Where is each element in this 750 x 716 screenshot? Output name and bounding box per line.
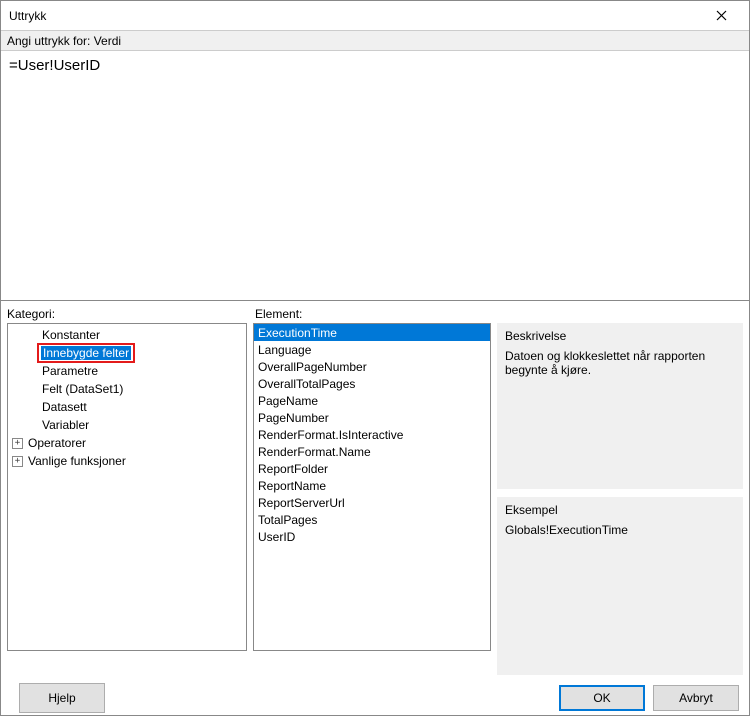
- list-item[interactable]: Language: [254, 341, 490, 358]
- list-item[interactable]: ReportFolder: [254, 460, 490, 477]
- description-text: Datoen og klokkeslettet når rapporten be…: [505, 349, 735, 377]
- list-item[interactable]: RenderFormat.IsInteractive: [254, 426, 490, 443]
- close-button[interactable]: [701, 2, 741, 30]
- category-label: Kategori:: [7, 307, 247, 321]
- tree-item[interactable]: Felt (DataSet1): [8, 380, 246, 398]
- expression-label: Angi uttrykk for: Verdi: [7, 34, 121, 48]
- dialog-window: Uttrykk Angi uttrykk for: Verdi Kategori…: [0, 0, 750, 716]
- list-item[interactable]: PageName: [254, 392, 490, 409]
- info-panel: Beskrivelse Datoen og klokkeslettet når …: [497, 323, 743, 675]
- highlight-box: Innebygde felter: [37, 343, 135, 363]
- example-text: Globals!ExecutionTime: [505, 523, 735, 537]
- tree-item-label: Innebygde felter: [41, 346, 131, 360]
- expression-label-row: Angi uttrykk for: Verdi: [1, 31, 749, 51]
- example-box: Eksempel Globals!ExecutionTime: [497, 497, 743, 675]
- tree-item[interactable]: +Vanlige funksjoner: [8, 452, 246, 470]
- element-label: Element:: [255, 307, 495, 321]
- tree-item[interactable]: Datasett: [8, 398, 246, 416]
- list-item[interactable]: PageNumber: [254, 409, 490, 426]
- description-box: Beskrivelse Datoen og klokkeslettet når …: [497, 323, 743, 489]
- tree-item[interactable]: Konstanter: [8, 326, 246, 344]
- tree-item-label: Datasett: [40, 400, 89, 414]
- tree-item[interactable]: Innebygde felter: [8, 344, 246, 362]
- tree-item[interactable]: Parametre: [8, 362, 246, 380]
- help-button[interactable]: Hjelp: [19, 683, 105, 713]
- ok-button[interactable]: OK: [559, 685, 645, 711]
- expand-icon[interactable]: +: [12, 438, 23, 449]
- titlebar: Uttrykk: [1, 1, 749, 31]
- tree-item[interactable]: +Operatorer: [8, 434, 246, 452]
- list-item[interactable]: RenderFormat.Name: [254, 443, 490, 460]
- tree-item-label: Konstanter: [40, 328, 102, 342]
- tree-item-label: Variabler: [40, 418, 91, 432]
- category-tree[interactable]: Konstanter Innebygde felter Parametre Felt …: [7, 323, 247, 651]
- mid-labels: Kategori: Element:: [1, 301, 749, 323]
- list-item[interactable]: UserID: [254, 528, 490, 545]
- list-item[interactable]: ReportName: [254, 477, 490, 494]
- tree-item-label: Vanlige funksjoner: [26, 454, 128, 468]
- footer: Hjelp OK Avbryt: [1, 675, 749, 715]
- panels: Konstanter Innebygde felter Parametre Felt …: [1, 323, 749, 675]
- element-list[interactable]: ExecutionTimeLanguageOverallPageNumberOv…: [253, 323, 491, 651]
- window-title: Uttrykk: [9, 9, 701, 23]
- tree-item-label: Operatorer: [26, 436, 88, 450]
- close-icon: [716, 10, 727, 21]
- example-label: Eksempel: [505, 503, 735, 517]
- tree-item-label: Felt (DataSet1): [40, 382, 125, 396]
- tree-item[interactable]: Variabler: [8, 416, 246, 434]
- list-item[interactable]: ExecutionTime: [254, 324, 490, 341]
- list-item[interactable]: TotalPages: [254, 511, 490, 528]
- list-item[interactable]: OverallTotalPages: [254, 375, 490, 392]
- expression-input[interactable]: [1, 51, 749, 301]
- tree-item-label: Parametre: [40, 364, 100, 378]
- list-item[interactable]: ReportServerUrl: [254, 494, 490, 511]
- list-item[interactable]: OverallPageNumber: [254, 358, 490, 375]
- cancel-button[interactable]: Avbryt: [653, 685, 739, 711]
- expand-icon[interactable]: +: [12, 456, 23, 467]
- description-label: Beskrivelse: [505, 329, 735, 343]
